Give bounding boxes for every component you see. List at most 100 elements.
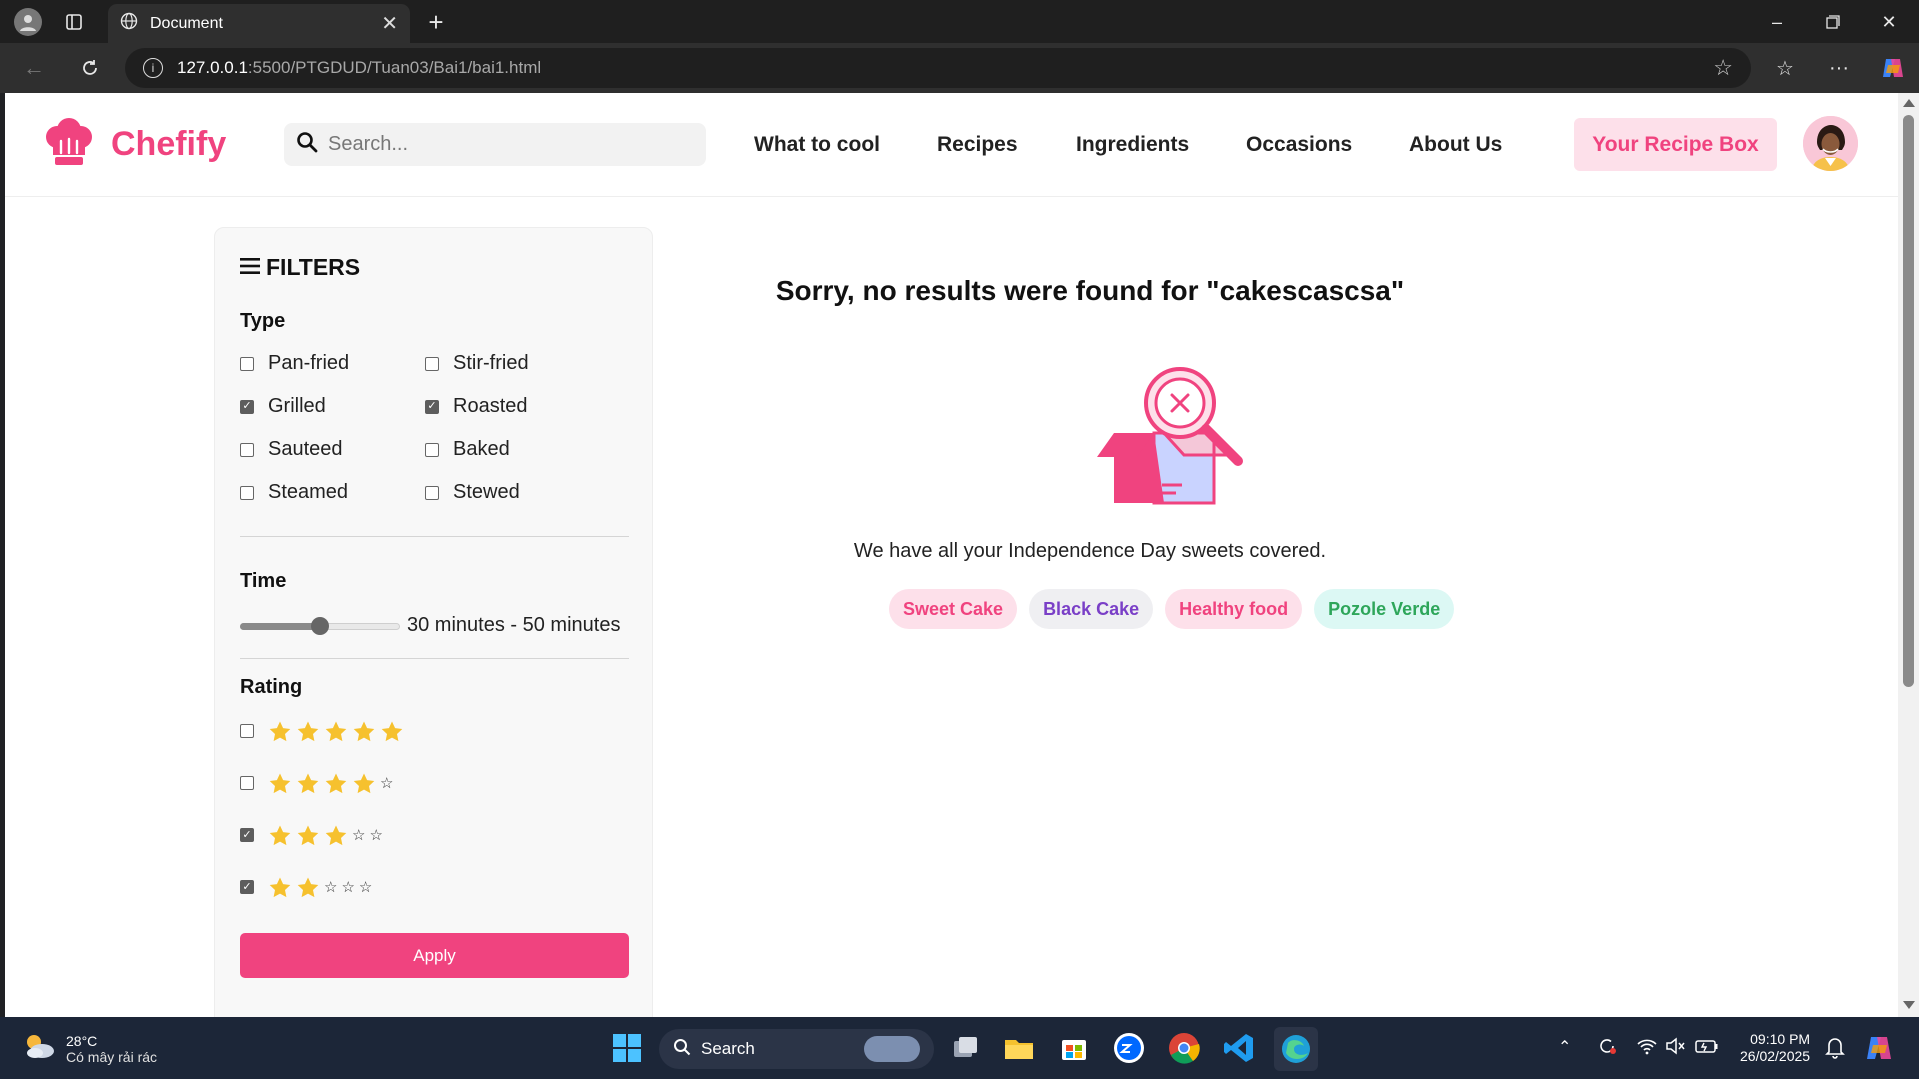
type-option-grilled[interactable]: ✓ Grilled [240,395,326,418]
checkbox[interactable] [240,356,254,371]
nav-about-us[interactable]: About Us [1409,133,1502,157]
menu-icon [240,254,260,281]
nav-ingredients[interactable]: Ingredients [1076,133,1189,157]
star-filled-icon [297,721,319,742]
checkbox-checked[interactable]: ✓ [240,828,254,842]
restore-icon[interactable] [1818,8,1848,36]
tag-black-cake[interactable]: Black Cake [1029,589,1154,629]
taskbar-search[interactable]: Search [659,1029,934,1069]
nav-occasions[interactable]: Occasions [1246,133,1352,157]
task-view-icon[interactable] [948,1031,982,1065]
chrome-icon[interactable] [1167,1031,1201,1065]
checkbox-checked[interactable]: ✓ [240,399,254,414]
zalo-icon[interactable] [1112,1031,1146,1065]
type-option-roasted[interactable]: ✓ Roasted [425,395,528,418]
more-menu-icon[interactable]: ··· [1824,54,1854,82]
type-label: Stir-fried [453,352,529,374]
copilot-icon[interactable] [1878,54,1908,82]
weather-text: Có mây rải rác [66,1048,158,1065]
browser-tab-active[interactable]: Document ✕ [108,4,410,43]
back-icon[interactable]: ← [20,54,48,82]
type-option-pan-fried[interactable]: Pan-fried [240,352,349,375]
rating-option-3[interactable]: ✓ ☆ ☆ [240,824,383,846]
checkbox[interactable] [240,485,254,500]
close-window-icon[interactable]: ✕ [1874,8,1904,36]
type-option-steamed[interactable]: Steamed [240,481,348,504]
empty-box-search-icon [1096,367,1246,512]
star-filled-icon [269,721,291,742]
volume-muted-icon[interactable] [1664,1035,1686,1057]
weather-widget[interactable]: 28°C Có mây rải rác [22,1031,157,1066]
sync-icon[interactable] [1596,1035,1618,1057]
notification-bell-icon[interactable] [1824,1035,1846,1059]
search-box[interactable] [284,123,706,166]
checkbox-checked[interactable]: ✓ [425,399,439,414]
type-option-stewed[interactable]: Stewed [425,481,520,504]
vscode-icon[interactable] [1222,1031,1256,1065]
search-icon [296,131,318,158]
scrollbar-thumb[interactable] [1903,115,1914,687]
recipe-box-button[interactable]: Your Recipe Box [1574,118,1777,171]
new-tab-icon[interactable]: + [422,7,450,37]
edge-icon[interactable] [1274,1027,1318,1071]
clock[interactable]: 09:10 PM 26/02/2025 [1740,1031,1810,1065]
checkbox[interactable] [425,485,439,500]
time-slider[interactable] [240,617,400,635]
profile-icon[interactable] [14,8,42,36]
nav-recipes[interactable]: Recipes [937,133,1018,157]
tag-healthy-food[interactable]: Healthy food [1165,589,1303,629]
checkbox[interactable] [425,442,439,457]
rating-option-5[interactable] [240,720,404,742]
checkbox[interactable] [240,776,254,790]
show-hidden-icons-chevron[interactable]: ⌃ [1558,1037,1571,1057]
rating-option-2[interactable]: ✓ ☆ ☆ ☆ [240,876,372,898]
star-filled-icon [325,773,347,794]
nav-what-to-cool[interactable]: What to cool [754,133,880,157]
favorites-icon[interactable]: ☆ [1770,54,1800,82]
scroll-down-arrow[interactable] [1903,1001,1915,1009]
site-header: Chefify What to cool Recipes Ingredients… [5,93,1898,197]
filters-title: FILTERS [266,254,361,280]
page-scrollbar[interactable] [1898,93,1919,1017]
microsoft-store-icon[interactable] [1057,1031,1091,1065]
apply-button[interactable]: Apply [240,933,629,978]
globe-icon [120,12,138,35]
tag-sweet-cake[interactable]: Sweet Cake [889,589,1018,629]
checkbox[interactable] [240,442,254,457]
battery-icon[interactable] [1695,1036,1719,1056]
site-info-icon[interactable]: i [143,58,163,78]
type-option-baked[interactable]: Baked [425,438,510,461]
filters-heading: FILTERS [240,254,360,281]
search-input[interactable] [328,133,688,156]
tab-title: Document [150,14,223,32]
checkbox-checked[interactable]: ✓ [240,880,254,894]
logo[interactable]: Chefify [43,117,226,172]
reload-icon[interactable] [76,54,104,82]
time-section-title: Time [240,570,287,592]
type-option-sauteed[interactable]: Sauteed [240,438,343,461]
web-page: Chefify What to cool Recipes Ingredients… [5,93,1898,1017]
taskbar-search-label: Search [701,1039,755,1058]
close-tab-icon[interactable]: ✕ [381,11,398,36]
file-explorer-icon[interactable] [1002,1031,1036,1065]
type-option-stir-fried[interactable]: Stir-fried [425,352,529,375]
minimize-icon[interactable]: – [1762,8,1792,36]
start-windows-icon[interactable] [612,1033,642,1063]
star-empty-icon: ☆ [380,774,394,792]
rating-option-4[interactable]: ☆ [240,772,393,794]
browser-tab-bar: Document ✕ + – ✕ [0,0,1919,43]
tab-actions-icon[interactable] [62,10,86,34]
star-filled-icon [325,721,347,742]
checkbox[interactable] [425,356,439,371]
star-filled-icon [325,825,347,846]
url-path: :5500/PTGDUD/Tuan03/Bai1/bai1.html [247,58,542,77]
scroll-up-arrow[interactable] [1903,99,1915,107]
checkbox[interactable] [240,724,254,738]
wifi-icon[interactable] [1636,1035,1658,1057]
favorite-star-icon[interactable]: ☆ [1713,55,1733,81]
avatar[interactable] [1803,116,1858,171]
copilot-taskbar-icon[interactable] [1864,1033,1894,1063]
url-field[interactable]: i 127.0.0.1:5500/PTGDUD/Tuan03/Bai1/bai1… [125,48,1751,88]
slider-handle[interactable] [311,617,329,635]
tag-pozole-verde[interactable]: Pozole Verde [1314,589,1455,629]
